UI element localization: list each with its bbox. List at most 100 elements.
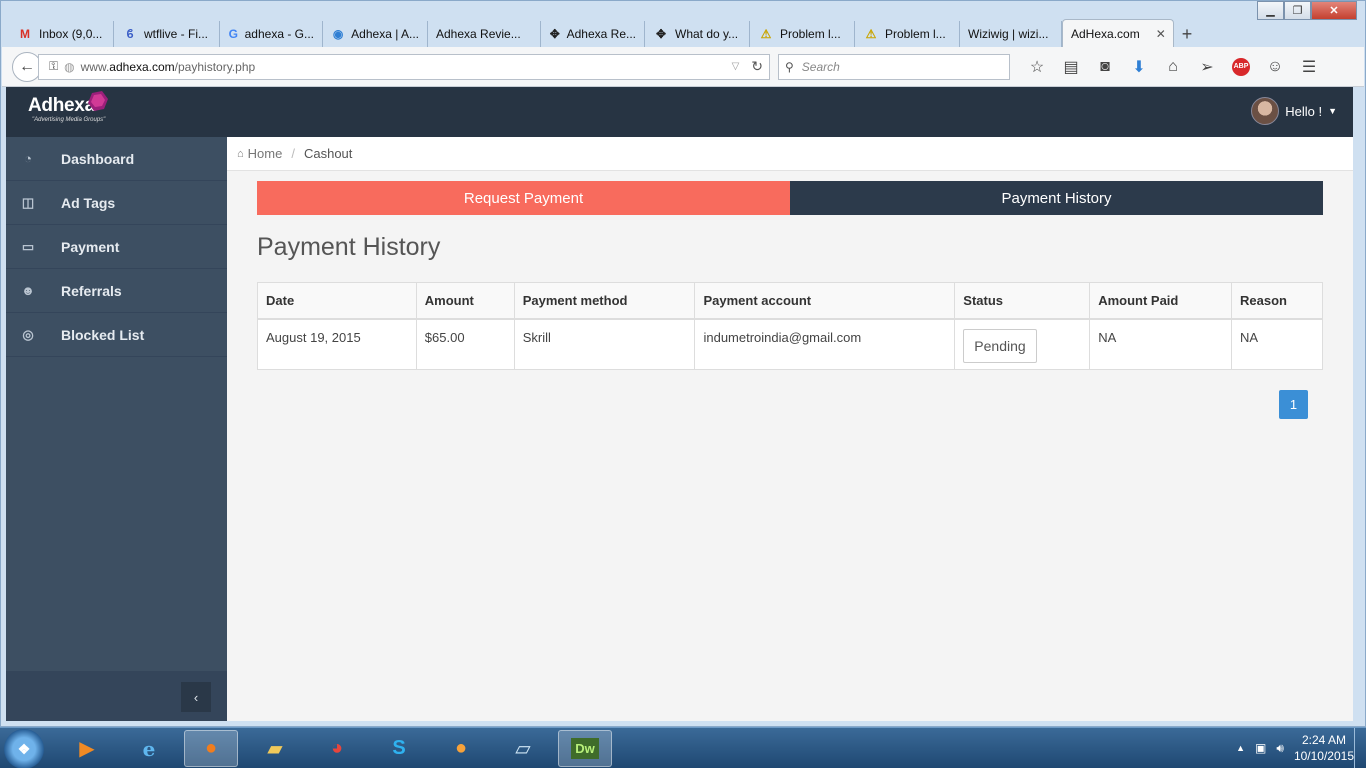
browser-tab[interactable]: ✥ What do y... xyxy=(645,21,750,47)
site-identity-icon[interactable]: ◍ xyxy=(64,60,74,74)
window-controls: ▁ ❐ ✕ xyxy=(1257,1,1357,20)
sidebar-item-blocked-list[interactable]: ◎ Blocked List xyxy=(6,313,227,357)
browser-tab[interactable]: ϐ wtflive - Fi... xyxy=(114,21,220,47)
maximize-button[interactable]: ❐ xyxy=(1284,1,1311,20)
tab-label: Problem l... xyxy=(885,27,946,41)
globe-icon: ◉ xyxy=(332,27,344,41)
download-icon[interactable]: ⬇ xyxy=(1122,52,1156,82)
key-icon[interactable]: ⚿ xyxy=(49,59,58,74)
breadcrumb-home-link[interactable]: Home xyxy=(248,146,283,161)
sidebar-item-ad-tags[interactable]: ◫ Ad Tags xyxy=(6,181,227,225)
column-header[interactable]: Reason xyxy=(1231,282,1323,320)
dreamweaver-icon[interactable]: Dw xyxy=(558,730,612,767)
collapse-sidebar-button[interactable]: ‹ xyxy=(181,682,211,712)
table-header-row: Date Amount Payment method Payment account S… xyxy=(257,282,1323,320)
show-desktop-button[interactable] xyxy=(1354,728,1366,768)
address-bar[interactable]: ⚿ ◍ www.adhexa.com/payhistory.php ▽ ↻ xyxy=(38,53,770,80)
credit-card-icon: ▭ xyxy=(21,238,35,254)
browser-tab[interactable]: Adhexa Revie... xyxy=(428,21,541,47)
tab-label: Adhexa | A... xyxy=(351,27,419,41)
sidebar-item-payment[interactable]: ▭ Payment xyxy=(6,225,227,269)
clock-date: 10/10/2015 xyxy=(1293,749,1354,763)
caret-down-icon: ▼ xyxy=(1328,106,1337,116)
bookmark-star-icon[interactable]: ☆ xyxy=(1020,52,1054,82)
browser-tab[interactable]: ◉ Adhexa | A... xyxy=(323,21,428,47)
browser-tab-active[interactable]: AdHexa.com ✕ xyxy=(1062,19,1174,47)
menu-icon[interactable]: ☰ xyxy=(1292,52,1326,82)
column-header[interactable]: Payment method xyxy=(513,282,696,320)
adhexa-logo[interactable]: Adhexa "Advertising Media Groups" xyxy=(28,91,108,123)
tab-label: adhexa - G... xyxy=(244,27,314,41)
cell-date: August 19, 2015 xyxy=(257,318,417,370)
browser-tab[interactable]: ⚠ Problem l... xyxy=(750,21,855,47)
cell-method: Skrill xyxy=(513,318,696,370)
logo-tagline: "Advertising Media Groups" xyxy=(32,117,106,123)
network-icon[interactable]: ▣ xyxy=(1255,741,1266,755)
tab-label: What do y... xyxy=(675,27,739,41)
minimize-button[interactable]: ▁ xyxy=(1257,1,1284,20)
pagination-page-1[interactable]: 1 xyxy=(1279,390,1308,419)
payment-history-table: Date Amount Payment method Payment account S… xyxy=(257,282,1323,370)
sidebar-item-referrals[interactable]: ☻ Referrals xyxy=(6,269,227,313)
column-header[interactable]: Payment account xyxy=(694,282,956,320)
breadcrumb-separator: / xyxy=(291,146,295,161)
chrome-icon[interactable]: ◕ xyxy=(310,730,364,767)
search-input[interactable]: ⚲ Search xyxy=(778,53,1010,80)
file-explorer-icon[interactable]: ▰ xyxy=(248,730,302,767)
close-window-button[interactable]: ✕ xyxy=(1311,1,1357,20)
home-icon[interactable]: ⌂ xyxy=(1156,52,1190,82)
cell-account: indumetroindia@gmail.com xyxy=(694,318,956,370)
internet-explorer-icon[interactable]: e xyxy=(122,730,176,767)
tray-expand-icon[interactable]: ▲ xyxy=(1236,743,1245,753)
media-player-icon[interactable]: ▶ xyxy=(60,730,114,767)
sidebar-item-label: Payment xyxy=(61,238,120,255)
browser-tab[interactable]: M Inbox (9,0... xyxy=(9,21,114,47)
eye-slash-icon: ◎ xyxy=(22,326,34,342)
tab-label: wtflive - Fi... xyxy=(144,27,209,41)
notepad-icon[interactable]: ▱ xyxy=(496,730,550,767)
chat-icon[interactable]: ☺ xyxy=(1258,52,1292,82)
page-title: Payment History xyxy=(257,233,441,261)
tab-request-payment[interactable]: Request Payment xyxy=(257,181,790,215)
close-tab-icon[interactable]: ✕ xyxy=(1156,27,1166,41)
columns-icon: ◫ xyxy=(21,194,35,210)
tab-payment-history[interactable]: Payment History xyxy=(790,181,1323,215)
browser-tab[interactable]: ⚠ Problem l... xyxy=(855,21,960,47)
url-dropdown-icon[interactable]: ▽ xyxy=(732,61,740,72)
clock[interactable]: 2:24 AM 10/10/2015 xyxy=(1294,732,1354,764)
pocket-icon[interactable]: ◙ xyxy=(1088,52,1122,82)
sidebar-item-dashboard[interactable]: ◔ Dashboard xyxy=(6,137,227,181)
user-menu[interactable]: Hello ! ▼ xyxy=(1251,97,1337,125)
column-header[interactable]: Date xyxy=(257,282,417,320)
browser-tab[interactable]: Wiziwig | wizi... xyxy=(960,21,1062,47)
skype-icon[interactable]: S xyxy=(372,730,426,767)
column-header[interactable]: Amount xyxy=(415,282,515,320)
cell-reason: NA xyxy=(1231,318,1323,370)
browser-tab[interactable]: ✥ Adhexa Re... xyxy=(541,21,645,47)
new-tab-button[interactable]: + xyxy=(1174,21,1200,47)
windows-taskbar: ❖ ▶ e ● ▰ ◕ S ● ▱ Dw ▲ ▣ 🔊︎ 2:24 AM 10/1… xyxy=(0,727,1366,768)
reload-icon[interactable]: ↻ xyxy=(751,58,763,75)
user-greeting: Hello ! xyxy=(1285,103,1323,119)
search-placeholder: Search xyxy=(801,59,840,74)
sidebar-item-label: Ad Tags xyxy=(61,194,116,211)
chat-app-icon[interactable]: ● xyxy=(434,730,488,767)
firefox-icon[interactable]: ● xyxy=(184,730,238,767)
sidebar-footer: ‹ xyxy=(6,671,227,721)
search-icon: ⚲ xyxy=(785,59,794,74)
status-button[interactable]: Pending xyxy=(963,328,1037,363)
tab-label: AdHexa.com xyxy=(1071,26,1140,41)
gmail-icon: M xyxy=(20,27,30,41)
reading-list-icon[interactable]: ▤ xyxy=(1054,52,1088,82)
browser-tab[interactable]: Gadhexa - G... xyxy=(220,21,323,47)
warning-icon: ⚠ xyxy=(865,27,877,41)
column-header[interactable]: Status xyxy=(954,282,1091,320)
column-header[interactable]: Amount Paid xyxy=(1089,282,1233,320)
start-button[interactable]: ❖ xyxy=(4,729,44,768)
adblock-icon[interactable]: ABP xyxy=(1224,52,1258,82)
sidebar-item-label: Referrals xyxy=(61,282,122,299)
cell-paid: NA xyxy=(1089,318,1233,370)
send-icon[interactable]: ➢ xyxy=(1190,52,1224,82)
tab-label: Adhexa Re... xyxy=(566,27,636,41)
volume-icon[interactable]: 🔊︎ xyxy=(1276,741,1284,756)
